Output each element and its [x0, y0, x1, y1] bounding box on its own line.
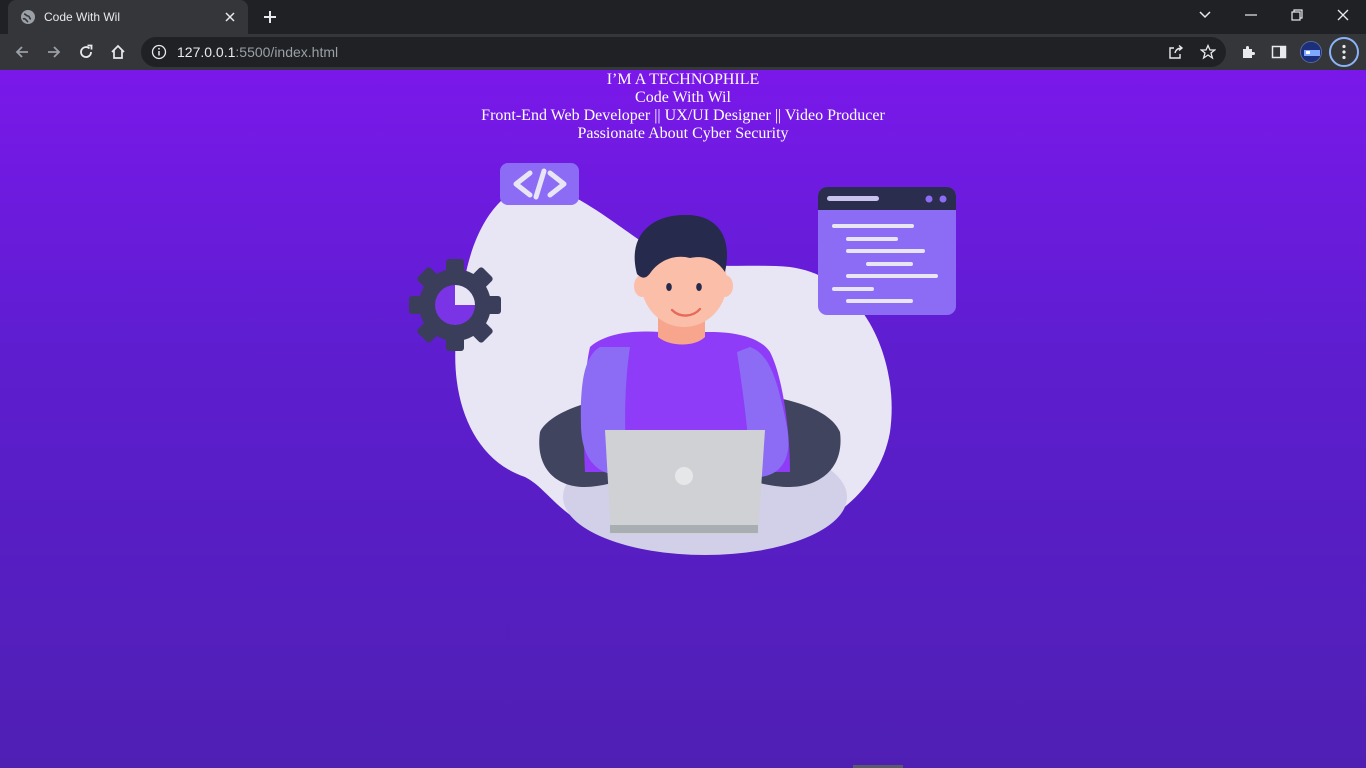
hero-tagline: I’M A TECHNOPHILE: [606, 71, 760, 88]
hero-passion: Passionate About Cyber Security: [577, 125, 789, 142]
tab-title: Code With Wil: [44, 10, 121, 24]
url-path: :5500/index.html: [235, 44, 339, 60]
site-info-icon[interactable]: [151, 44, 167, 60]
close-window-icon[interactable]: [1320, 0, 1366, 30]
hero-name: Code With Wil: [635, 89, 731, 106]
forward-arrow-icon[interactable]: [40, 38, 68, 66]
close-tab-icon[interactable]: [222, 9, 238, 25]
restore-icon[interactable]: [1274, 0, 1320, 30]
hero-roles: Front-End Web Developer || UX/UI Designe…: [481, 107, 885, 124]
developer-illustration: [409, 163, 956, 555]
code-window-icon: [818, 187, 956, 315]
browser-toolbar: 127.0.0.1:5500/index.html: [0, 34, 1366, 70]
profile-avatar[interactable]: [1300, 41, 1322, 63]
tab-search-chevron-icon[interactable]: [1182, 0, 1228, 30]
browser-tab[interactable]: Code With Wil: [8, 0, 248, 34]
share-icon[interactable]: [1166, 43, 1186, 61]
extensions-puzzle-icon[interactable]: [1235, 39, 1261, 65]
side-panel-icon[interactable]: [1266, 39, 1292, 65]
url-host: 127.0.0.1: [177, 44, 236, 60]
globe-icon: [20, 9, 36, 25]
code-tag-icon: [500, 163, 579, 205]
bookmark-star-icon[interactable]: [1198, 43, 1218, 61]
browser-menu-button[interactable]: [1329, 37, 1359, 67]
minimize-icon[interactable]: [1228, 0, 1274, 30]
reload-icon[interactable]: [72, 38, 100, 66]
tab-strip: Code With Wil: [0, 0, 1366, 34]
hero-text: I’M A TECHNOPHILE Code With Wil Front-En…: [0, 71, 1366, 143]
address-bar[interactable]: 127.0.0.1:5500/index.html: [141, 37, 1226, 67]
back-arrow-icon[interactable]: [8, 38, 36, 66]
page-viewport: I’M A TECHNOPHILE Code With Wil Front-En…: [0, 70, 1366, 768]
laptop-icon: [605, 430, 765, 534]
home-icon[interactable]: [104, 38, 132, 66]
gear-icon: [409, 259, 501, 351]
new-tab-button[interactable]: [258, 6, 282, 28]
